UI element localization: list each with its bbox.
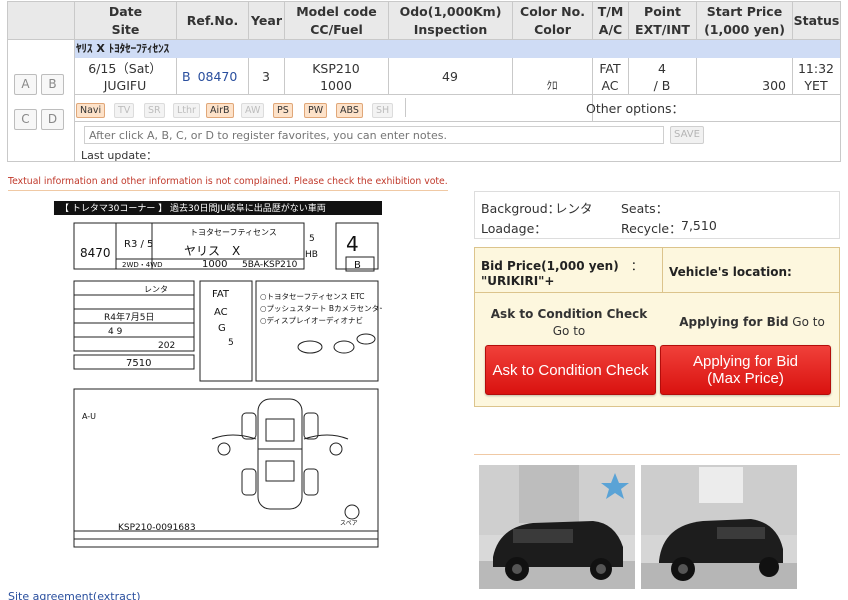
- cell-model-code: KSP210: [312, 61, 360, 76]
- cell-ref: B 08470: [176, 68, 248, 85]
- car-photo-front[interactable]: [479, 465, 635, 589]
- car-photo-rear[interactable]: [641, 465, 797, 589]
- sheet-cc: 1000: [202, 259, 227, 270]
- sheet-model-name: ヤリス X: [184, 244, 240, 258]
- sheet-note: A-U: [82, 412, 96, 421]
- vehicle-location-label: Vehicle's location:: [669, 265, 792, 279]
- apply-bid-button[interactable]: Applying for Bid (Max Price): [660, 345, 831, 395]
- table-header: Date Site Ref.No. Year Model code CC/Fue…: [8, 2, 840, 40]
- sheet-lot: 8470: [80, 246, 111, 260]
- header-status: Status: [792, 2, 840, 40]
- option-pw: PW: [304, 103, 328, 118]
- cell-cc: 1000: [320, 78, 352, 93]
- cell-tm: FAT: [599, 61, 621, 76]
- sheet-point-3: ○ディスプレイオーディオナビ: [260, 315, 363, 325]
- sheet-seats: 5: [228, 338, 234, 348]
- sheet-recycle: 7510: [126, 358, 151, 369]
- cell-point-ext: 4: [658, 61, 666, 76]
- option-tv: TV: [114, 103, 135, 118]
- option-sh: SH: [372, 103, 394, 118]
- option-sr: SR: [144, 103, 165, 118]
- auction-sheet-image[interactable]: 【 トレタマ30コーナー 】 過去30日間JU岐阜に出品歴がない車両 8470 …: [52, 199, 397, 553]
- background-value: レンタ: [555, 201, 593, 216]
- sheet-score: 4: [346, 232, 359, 256]
- other-options-label: Other options：: [586, 101, 685, 116]
- header-model: Model code CC/Fuel: [284, 2, 388, 40]
- sheet-color-name: G: [218, 323, 226, 334]
- bid-panel: Bid Price(1,000 yen) ： "URIKIRI"+ Vehicl…: [474, 247, 840, 407]
- ask-condition-check-button[interactable]: Ask to Condition Check: [485, 345, 656, 395]
- sheet-color-code: 202: [158, 341, 175, 351]
- option-aw: AW: [241, 103, 265, 118]
- ask-condition-text: Ask to Condition Check Go to: [490, 307, 648, 338]
- header-year: Year: [248, 2, 284, 40]
- cell-status: YET: [804, 78, 828, 93]
- header-point: Point EXT/INT: [628, 2, 696, 40]
- listing-title[interactable]: ﾔﾘｽ X ﾄﾖﾀｾｰﾌﾃｨｾﾝｽ: [74, 40, 840, 58]
- option-navi: Navi: [76, 103, 106, 118]
- cell-date: 6/15（Sat）: [88, 61, 162, 76]
- cell-point-int: / B: [653, 78, 671, 93]
- favorite-b-button[interactable]: B: [41, 74, 64, 95]
- header-odo: Odo(1,000Km) Inspection: [388, 2, 512, 40]
- bid-price-label: Bid Price(1,000 yen) ：: [481, 259, 643, 273]
- listing-table: Date Site Ref.No. Year Model code CC/Fue…: [7, 1, 841, 162]
- option-abs: ABS: [336, 103, 363, 118]
- sheet-year: R3 / 5: [124, 239, 153, 250]
- sheet-interior: B: [354, 260, 361, 271]
- sheet-code: 5BA-KSP210: [242, 260, 298, 270]
- sheet-drive: 2WD・4WD: [122, 261, 163, 269]
- sheet-shift: FAT: [212, 289, 230, 300]
- ref-prefix: B: [182, 69, 191, 84]
- favorite-d-button[interactable]: D: [41, 109, 64, 130]
- cell-year: 3: [262, 69, 270, 84]
- favorite-c-button[interactable]: C: [14, 109, 37, 130]
- sheet-grade: トヨタセーフティセンス: [190, 228, 277, 237]
- sheet-history: レンタ: [144, 285, 168, 294]
- sheet-point-2: ○プッシュスタート Bカメラセンター: [260, 304, 382, 313]
- divider: [8, 190, 448, 191]
- sheet-spare: スペア: [340, 520, 358, 527]
- bid-price-value: "URIKIRI"+: [481, 274, 555, 288]
- seats-label: Seats：: [621, 201, 669, 216]
- site-agreement-link[interactable]: Site agreement(extract): [8, 590, 141, 600]
- cell-ac: AC: [601, 78, 619, 93]
- header-tm: T/M A/C: [592, 2, 628, 40]
- sheet-body: HB: [305, 250, 318, 260]
- recycle-value: 7,510: [681, 218, 717, 233]
- option-airb: AirB: [206, 103, 234, 118]
- cell-start-price: 300: [762, 78, 786, 93]
- header-ref: Ref.No.: [176, 2, 248, 40]
- sheet-point-1: ○トヨタセーフティセンス ETC: [260, 292, 365, 301]
- notes-input[interactable]: [84, 126, 664, 144]
- loadage-label: Loadage：: [481, 221, 547, 236]
- sheet-km: 4 9: [108, 327, 123, 337]
- last-update-label: Last update：: [81, 149, 158, 162]
- sheet-door: 5: [309, 234, 315, 244]
- cell-odo: 49: [442, 69, 458, 84]
- cell-time: 11:32: [797, 61, 835, 76]
- sheet-header: 【 トレタマ30コーナー 】 過去30日間JU岐阜に出品歴がない車両: [60, 202, 326, 214]
- sheet-inspection: R4年7月5日: [104, 311, 154, 323]
- ref-number-link[interactable]: 08470: [198, 69, 238, 84]
- header-color: Color No. Color: [512, 2, 592, 40]
- favorite-a-button[interactable]: A: [14, 74, 37, 95]
- save-button[interactable]: SAVE: [670, 126, 704, 144]
- warning-text: Textual information and other informatio…: [8, 176, 448, 187]
- cell-color: ｸﾛ: [546, 79, 558, 92]
- header-start-price: Start Price (1,000 yen): [696, 2, 792, 40]
- sheet-serial: KSP210-0091683: [118, 523, 196, 533]
- recycle-label: Recycle：: [621, 221, 682, 236]
- applying-bid-text: Applying for Bid Go to: [679, 315, 825, 329]
- divider: [474, 454, 840, 455]
- vehicle-info-box: Backgroud： レンタ Seats： Loadage： Recycle： …: [474, 191, 840, 239]
- option-ps: PS: [273, 103, 293, 118]
- auction-sheet-drawing: 【 トレタマ30コーナー 】 過去30日間JU岐阜に出品歴がない車両 8470 …: [52, 199, 397, 553]
- background-label: Backgroud：: [481, 201, 561, 216]
- header-date-site: Date Site: [74, 2, 176, 40]
- option-lthr: Lthr: [173, 103, 200, 118]
- cell-site: JUGIFU: [103, 78, 147, 93]
- sheet-ac: AC: [214, 307, 228, 318]
